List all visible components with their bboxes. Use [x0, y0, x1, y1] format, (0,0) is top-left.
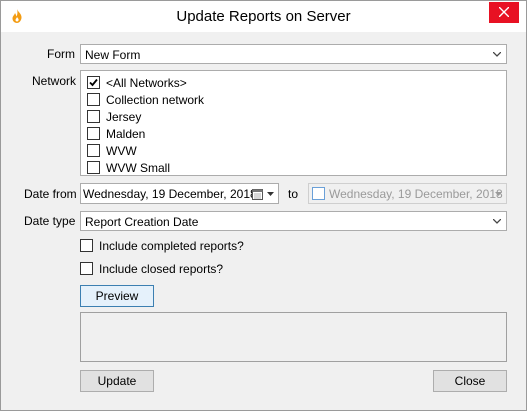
- chevron-down-icon: [267, 192, 274, 196]
- network-checklist[interactable]: <All Networks> Collection network Jersey…: [80, 70, 507, 176]
- window-title: Update Reports on Server: [176, 8, 351, 25]
- date-to-picker[interactable]: Wednesday, 19 December, 2018: [308, 183, 507, 204]
- network-item-label: Collection network: [106, 93, 205, 107]
- include-completed-checkbox[interactable]: [80, 239, 93, 252]
- dialog-window: Update Reports on Server Form New Form N…: [0, 0, 527, 411]
- form-dropdown[interactable]: New Form: [80, 44, 507, 64]
- network-checkbox-malden[interactable]: [87, 127, 100, 140]
- network-item-label: <All Networks>: [106, 76, 187, 90]
- network-label: Network: [32, 74, 77, 88]
- network-checkbox-jersey[interactable]: [87, 110, 100, 123]
- network-item-label: Jersey: [106, 110, 142, 124]
- date-from-label: Date from: [24, 187, 77, 201]
- form-selected-value: New Form: [85, 48, 141, 62]
- preview-button[interactable]: Preview: [80, 285, 154, 307]
- network-item-label: WVW Small: [106, 161, 170, 175]
- chevron-down-icon: [493, 52, 501, 57]
- network-checkbox-collection[interactable]: [87, 93, 100, 106]
- form-label: Form: [47, 47, 75, 61]
- chevron-down-icon: [493, 219, 501, 224]
- update-button[interactable]: Update: [80, 370, 154, 392]
- close-icon: [499, 7, 509, 17]
- include-completed-label: Include completed reports?: [99, 239, 244, 253]
- date-to-value: Wednesday, 19 December, 2018: [329, 187, 503, 201]
- checkmark-icon: [89, 78, 98, 87]
- network-checkbox-wvw[interactable]: [87, 144, 100, 157]
- chevron-down-icon: [495, 192, 502, 196]
- network-item-label: Malden: [106, 127, 146, 141]
- close-button[interactable]: Close: [433, 370, 507, 392]
- preview-output-area: [80, 312, 507, 362]
- network-checkbox-wvw-small[interactable]: [87, 161, 100, 174]
- date-from-value: Wednesday, 19 December, 2018: [83, 187, 257, 201]
- date-type-dropdown[interactable]: Report Creation Date: [80, 211, 507, 231]
- network-item-label: WVW: [106, 144, 137, 158]
- calendar-icon: [252, 189, 263, 200]
- date-type-selected-value: Report Creation Date: [85, 215, 199, 229]
- date-to-enable-checkbox[interactable]: [312, 187, 325, 200]
- include-closed-checkbox[interactable]: [80, 262, 93, 275]
- date-to-label: to: [288, 187, 299, 201]
- network-checkbox-all[interactable]: [87, 76, 100, 89]
- date-type-label: Date type: [24, 214, 76, 228]
- include-closed-label: Include closed reports?: [99, 262, 224, 276]
- title-bar: Update Reports on Server: [1, 1, 526, 32]
- window-close-button[interactable]: [489, 2, 519, 23]
- date-from-picker[interactable]: Wednesday, 19 December, 2018: [80, 183, 279, 204]
